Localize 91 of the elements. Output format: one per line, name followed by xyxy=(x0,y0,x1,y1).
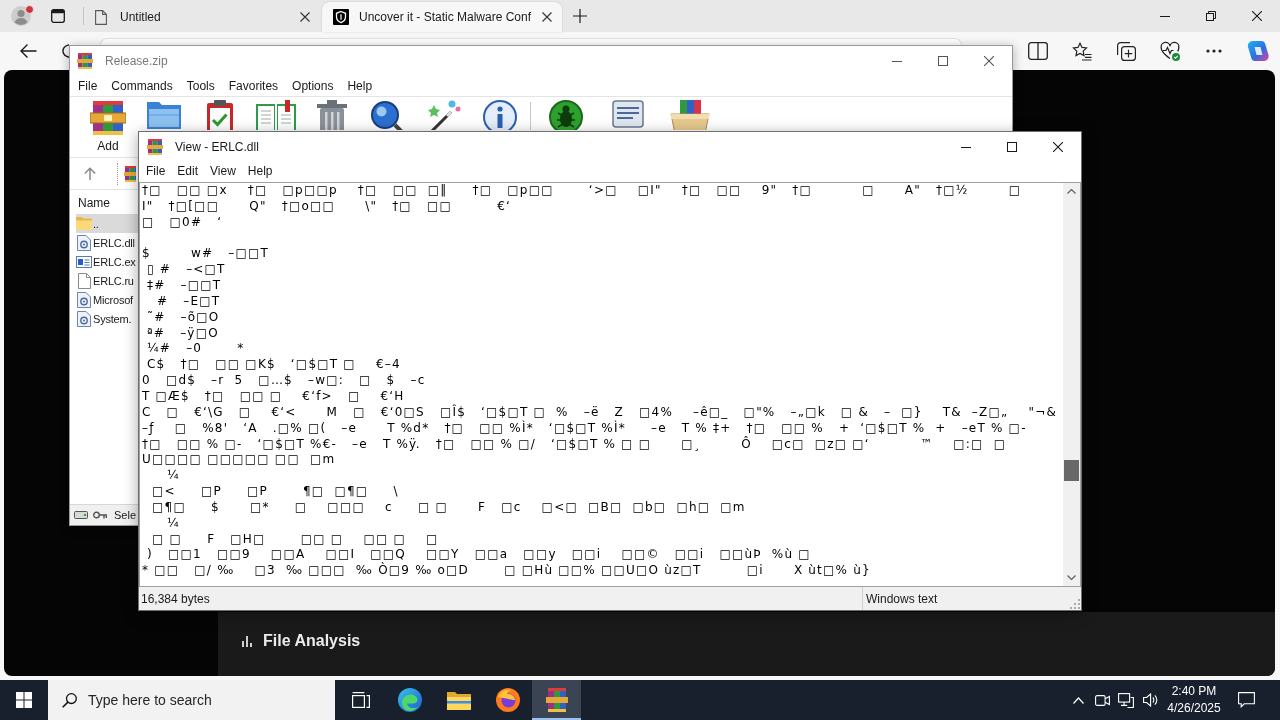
clipboard-check-icon[interactable] xyxy=(206,100,234,130)
minimize-icon[interactable] xyxy=(1160,15,1170,17)
file-row[interactable]: ERLC.dll xyxy=(76,233,138,252)
back-arrow-icon[interactable] xyxy=(19,43,37,59)
scroll-up-icon[interactable] xyxy=(1067,189,1076,194)
books-icon xyxy=(545,688,568,712)
task-view-icon xyxy=(351,692,370,708)
menu-item[interactable]: Edit xyxy=(171,162,205,181)
clock-date[interactable]: 4/26/2025 xyxy=(1167,700,1221,717)
menu-item[interactable]: View xyxy=(204,162,242,181)
taskbar-button[interactable] xyxy=(532,680,581,720)
key-icon xyxy=(93,511,107,519)
network-icon[interactable] xyxy=(1118,692,1134,708)
maximize-icon[interactable] xyxy=(938,56,948,66)
info-icon[interactable] xyxy=(483,100,517,130)
notification-icon[interactable] xyxy=(1237,692,1255,708)
file-content-text: †□ □□ □x †□ □p□□p †□ □□ □‖ †□ □p□□ ‘>□ □I" †□ □□ 9" †□ □ A" †□½ □ I" †□[□□ Q" †□o□□ \" †□ □□ €‘ □ □0# ‘ $ w# –□□T ▯ # –<□T ‡# –□□T # –E□T ˜# –õ□O ª# –ÿ□O ¼# –0 * C$ †□ □□ □K$ ‘□$□T □ €–4 0 □d$ –r 5 □…$ –w□: □ $ –c T □Æ$ †□ □□ □ €‘f> □ €‘H C □ €‘\G □ €‘< M □ €‘0□S □Î$ ‘□$□T □ % –ë Z □4% –ê□_ □"% –„□k □ & – □} T& –Z□„ "¬& –ƒ □ %8' ‘A .□% □( –e T %d* †□ □□ %Ì* ‘□$□T %Ì* –e T % ‡+ †□ □□ % + ‘□$□T % + –eT % □- †□ □□ % □- ‘□$□T %€- –e T %ÿ. †□ □□ % □/ ‘□$□T % □ □ □¸ Ô □c□ □z□ □‘ ™ □:□ □ U□□□□ □□□□□ □□ □m ¼ □< □P □P ¶□ □¶□ \ □¶□ $ □* □ □□□ c □ □ F □c □<□ □B□ □b□ □h□ □m ¼ □ □ F □H□ □□ □ □□ □ □ ) □□1 □□9 □□A □□I □□Q □□Y □□a □□y □□i □□© □□i □□ùÞ %ù □ * □□ □/ ‰ □3 ‰ □□□ ‰ Ò□9 ‰ o□D □ □Hù □□% □□U□O ùz□T □i X ùt□% ù} xyxy=(141,183,1058,580)
menu-item[interactable]: Options xyxy=(285,76,341,96)
folder-icon xyxy=(446,690,471,710)
window-title: View - ERLC.dll xyxy=(175,140,259,154)
status-text: Sele xyxy=(114,509,137,521)
bar-chart-icon xyxy=(242,635,252,647)
status-text: 16,384 bytes xyxy=(141,591,210,606)
profile-avatar-icon[interactable] xyxy=(10,5,34,27)
magic-wand-icon[interactable] xyxy=(427,100,461,130)
menu-item[interactable]: Help xyxy=(241,162,279,181)
file-row[interactable]: ERLC.ru xyxy=(76,271,138,290)
window-title: Release.zip xyxy=(105,54,168,68)
file-row[interactable]: .. xyxy=(76,214,138,233)
close-icon[interactable] xyxy=(984,56,994,66)
scroll-down-icon[interactable] xyxy=(1067,575,1076,580)
maximize-icon[interactable] xyxy=(1007,142,1017,152)
menu-item[interactable]: Tools xyxy=(179,76,222,96)
menu-item[interactable]: File xyxy=(140,162,172,181)
search-field[interactable]: Type here to search xyxy=(48,680,335,720)
menu-item[interactable]: Commands xyxy=(104,76,180,96)
browser-tab[interactable]: Untitled xyxy=(84,2,320,32)
folder-icon[interactable] xyxy=(146,100,182,130)
open-book-icon[interactable] xyxy=(256,100,296,130)
scroll-thumb[interactable] xyxy=(1064,460,1079,481)
program-window-icon xyxy=(76,255,92,268)
swirl-logo-icon[interactable] xyxy=(1247,41,1269,61)
favorites-icon[interactable] xyxy=(1072,41,1092,61)
menu-item[interactable]: File xyxy=(71,76,105,96)
books-logo-icon xyxy=(77,53,93,69)
blank-document-icon xyxy=(77,272,91,289)
more-icon[interactable] xyxy=(1206,49,1222,53)
shield-logo-icon xyxy=(333,9,349,25)
menu-item[interactable]: Favorites xyxy=(221,76,286,96)
books-icon xyxy=(90,100,126,136)
camera-icon[interactable] xyxy=(1094,694,1110,706)
document-gear-icon xyxy=(77,234,91,251)
browser-icon xyxy=(495,688,520,712)
document-gear-icon xyxy=(77,291,91,308)
scrollbar[interactable] xyxy=(1063,183,1080,586)
split-screen-icon[interactable] xyxy=(1028,42,1048,60)
collections-icon[interactable] xyxy=(1116,41,1136,61)
restore-icon[interactable] xyxy=(1206,11,1216,21)
file-row[interactable]: Microsof xyxy=(76,290,138,309)
refresh-icon[interactable] xyxy=(61,43,69,59)
drive-icon xyxy=(74,511,88,519)
minimize-icon[interactable] xyxy=(892,60,902,62)
search-icon xyxy=(62,692,77,708)
close-icon[interactable] xyxy=(1053,142,1063,152)
new-tab-icon[interactable] xyxy=(573,9,587,23)
add-button[interactable]: Add xyxy=(90,100,126,153)
section-title[interactable]: File Analysis xyxy=(263,631,361,650)
tab-close-icon[interactable] xyxy=(542,12,552,22)
status-text: Windows text xyxy=(866,591,938,606)
notepad-icon[interactable] xyxy=(612,100,644,128)
up-arrow-icon[interactable] xyxy=(84,167,96,180)
volume-icon[interactable] xyxy=(1142,693,1158,707)
document-gear-icon xyxy=(77,310,91,327)
menu-item[interactable]: Help xyxy=(340,76,380,96)
start-icon[interactable] xyxy=(16,692,32,708)
minimize-icon[interactable] xyxy=(961,146,971,148)
file-row[interactable]: ERLC.ex xyxy=(76,252,138,271)
document-icon xyxy=(95,9,107,25)
folder-icon xyxy=(76,217,92,230)
heart-pulse-icon[interactable] xyxy=(1160,41,1180,61)
tab-close-icon[interactable] xyxy=(300,12,310,22)
browser-icon xyxy=(397,688,422,712)
browser-tab[interactable]: Uncover it - Static Malware Conf xyxy=(322,2,562,32)
tab-actions-icon[interactable] xyxy=(51,9,65,23)
clock-time[interactable]: 2:40 PM xyxy=(1171,683,1217,700)
file-row[interactable]: System. xyxy=(76,309,138,328)
resize-grip-icon[interactable] xyxy=(1070,599,1080,609)
column-header[interactable]: Name xyxy=(76,193,110,213)
books-logo-icon xyxy=(147,139,163,155)
chevron-up-icon[interactable] xyxy=(1072,696,1084,704)
close-icon[interactable] xyxy=(1252,11,1262,21)
